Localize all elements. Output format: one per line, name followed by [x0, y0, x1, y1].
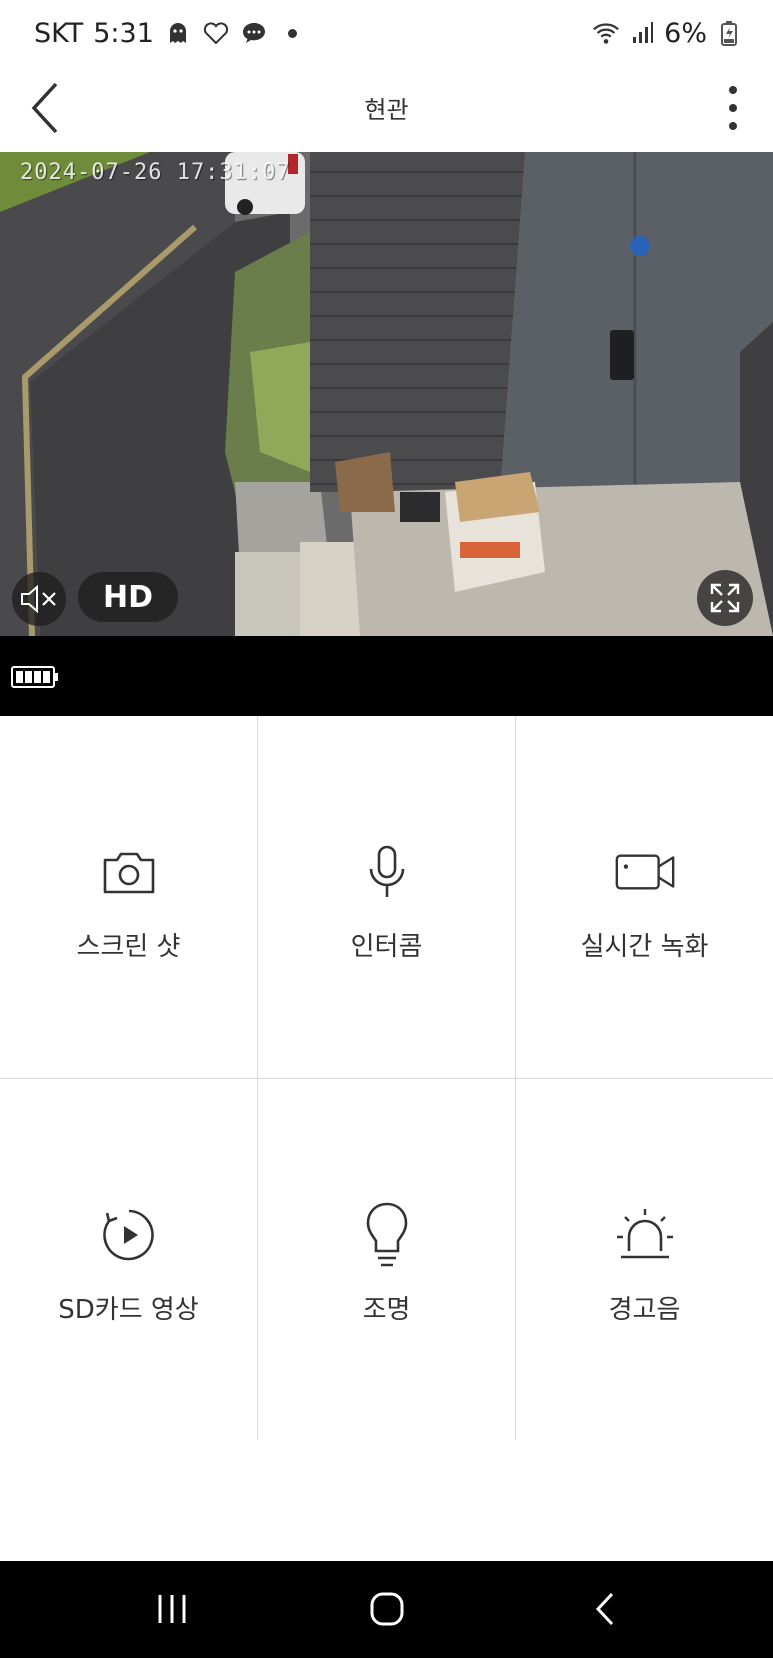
ghost-icon [164, 19, 192, 47]
battery-percent: 6% [664, 17, 707, 49]
device-battery-icon [11, 666, 59, 692]
fullscreen-button[interactable] [697, 570, 753, 626]
home-button[interactable] [357, 1583, 417, 1635]
more-vertical-icon [729, 86, 737, 130]
wifi-icon [592, 19, 620, 47]
live-record-button[interactable]: 실시간 녹화 [516, 716, 773, 1078]
recent-apps-icon [158, 1595, 186, 1623]
camera-scene-image [0, 152, 773, 636]
status-bar: SKT 5:31 6% [0, 0, 773, 66]
battery-charging-icon [715, 19, 743, 47]
carrier-label: SKT [34, 17, 84, 49]
intercom-button[interactable]: 인터콤 [258, 716, 515, 1078]
nav-back-button[interactable] [575, 1583, 635, 1635]
speaker-muted-icon [21, 584, 56, 614]
screenshot-button[interactable]: 스크린 샷 [0, 716, 257, 1078]
alarm-sound-label: 경고음 [608, 1295, 681, 1325]
screenshot-label: 스크린 샷 [76, 932, 181, 962]
lightbulb-icon [357, 1202, 417, 1267]
replay-icon [99, 1205, 159, 1265]
page-title: 현관 [364, 96, 409, 124]
sd-card-video-button[interactable]: SD카드 영상 [0, 1079, 257, 1441]
microphone-icon [357, 842, 417, 902]
siren-icon [615, 1205, 675, 1265]
expand-icon [710, 583, 740, 613]
chat-bubble-icon [240, 19, 268, 47]
system-nav-bar [0, 1561, 773, 1658]
alarm-sound-button[interactable]: 경고음 [516, 1079, 773, 1441]
status-left: SKT 5:31 [34, 18, 297, 49]
more-options-button[interactable] [721, 80, 745, 136]
video-timestamp: 2024-07-26 17:31:07 [20, 160, 291, 185]
title-bar: 현관 [0, 66, 773, 152]
live-record-label: 실시간 녹화 [580, 932, 709, 962]
control-grid: 스크린 샷 인터콤 실시간 녹화 SD카드 영상 조명 경고음 [0, 716, 773, 1442]
signal-icon [628, 19, 656, 47]
intercom-label: 인터콤 [350, 932, 423, 962]
heart-badge-icon [202, 19, 230, 47]
mute-button[interactable] [12, 572, 66, 626]
video-camera-icon [615, 842, 675, 902]
chevron-left-icon [595, 1592, 614, 1626]
home-icon [370, 1592, 404, 1626]
light-label: 조명 [362, 1295, 411, 1325]
device-battery-strip [0, 636, 773, 716]
status-right: 6% [592, 18, 743, 49]
light-button[interactable]: 조명 [258, 1079, 515, 1441]
recent-apps-button[interactable] [142, 1583, 202, 1635]
notification-dot [287, 28, 297, 38]
camera-icon [99, 842, 159, 902]
status-time: 5:31 [93, 17, 154, 49]
quality-hd-button[interactable]: HD [78, 572, 178, 622]
camera-live-view[interactable]: 2024-07-26 17:31:07 HD [0, 152, 773, 636]
sd-card-video-label: SD카드 영상 [58, 1295, 199, 1325]
